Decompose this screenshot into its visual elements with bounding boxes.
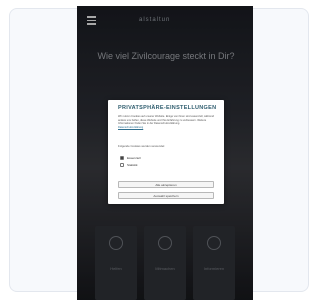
consent-body-text: Wir nutzen Cookies auf unserer Website. … [118,115,214,126]
consent-option-essential[interactable]: Essenziell [120,156,141,160]
checkbox-checked[interactable] [120,156,124,160]
consent-subheading: Folgende Cookies werden verwendet: [118,144,165,148]
cookie-consent-dialog: PRIVATSPHÄRE-EINSTELLUNGEN Wir nutzen Co… [108,100,224,204]
consent-body: Wir nutzen Cookies auf unserer Website. … [118,115,216,129]
accept-all-button[interactable]: Alle akzeptieren [118,181,214,188]
privacy-policy-link[interactable]: Datenschutzerklärung [118,126,143,129]
consent-option-label: Statistik [127,163,138,167]
consent-title: PRIVATSPHÄRE-EINSTELLUNGEN [118,105,217,111]
save-selection-button[interactable]: Auswahl speichern [118,192,214,199]
consent-option-label: Essenziell [127,156,141,160]
consent-option-statistics[interactable]: Statistik [120,163,138,167]
checkbox-unchecked[interactable] [120,163,124,167]
